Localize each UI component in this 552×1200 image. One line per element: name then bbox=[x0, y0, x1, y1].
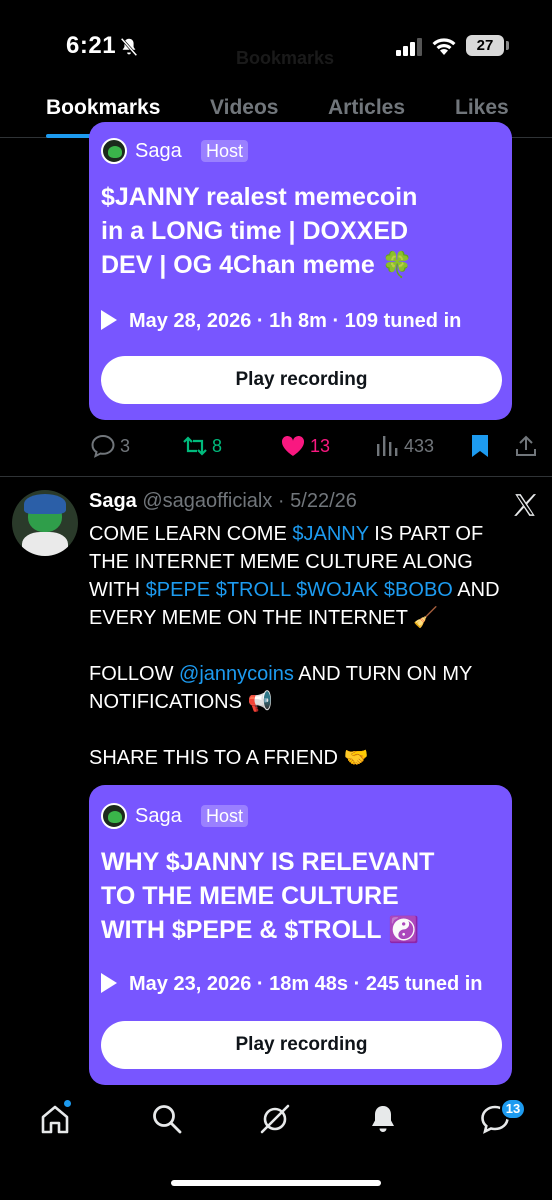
post-text-segment: SHARE THIS TO A FRIEND 🤝 bbox=[89, 747, 369, 769]
status-bar: 6:21 Bookmarks 27 bbox=[0, 0, 552, 80]
post-divider bbox=[0, 476, 552, 477]
like-count: 13 bbox=[310, 436, 331, 456]
search-icon[interactable] bbox=[150, 1102, 184, 1136]
battery-indicator: 27 bbox=[466, 35, 504, 56]
post-text-line: SHARE THIS TO A FRIEND 🤝 bbox=[89, 744, 539, 772]
bookmark-icon bbox=[472, 435, 488, 457]
space-title: $JANNY realest memecoin in a LONG time |… bbox=[101, 180, 501, 282]
bell-off-icon bbox=[120, 37, 138, 57]
host-name: Saga bbox=[135, 805, 182, 827]
post-author-avatar[interactable] bbox=[12, 490, 78, 556]
heart-icon bbox=[281, 435, 305, 456]
play-recording-button[interactable]: Play recording bbox=[101, 356, 502, 404]
space-meta: May 23, 2026 · 18m 48s · 245 tuned in bbox=[101, 971, 483, 997]
post-author-name[interactable]: Saga bbox=[89, 490, 137, 512]
post-text-segment: AND TURN ON MY bbox=[293, 663, 473, 685]
space-meta-text: May 28, 2026 · 1h 8m · 109 tuned in bbox=[129, 310, 462, 332]
x-logo-icon bbox=[514, 494, 537, 516]
space-title-line: WITH $PEPE & $TROLL ☯️ bbox=[101, 916, 420, 944]
play-icon bbox=[101, 310, 117, 330]
post-text-segment: AND bbox=[452, 579, 500, 601]
post-body-text: COME LEARN COME $JANNY IS PART OF THE INT… bbox=[89, 520, 539, 772]
space-meta-text: May 23, 2026 · 18m 48s · 245 tuned in bbox=[129, 973, 483, 995]
post-text-segment: THE INTERNET MEME CULTURE ALONG bbox=[89, 551, 473, 573]
host-avatar bbox=[101, 138, 127, 164]
reply-count: 3 bbox=[120, 436, 131, 456]
post-text-line: THE INTERNET MEME CULTURE ALONG bbox=[89, 548, 539, 576]
post-text-line: WITH $PEPE $TROLL $WOJAK $BOBO AND bbox=[89, 576, 539, 604]
home-icon[interactable] bbox=[38, 1102, 72, 1136]
post-link[interactable]: $WOJAK bbox=[296, 579, 378, 601]
faded-header-title: Bookmarks bbox=[236, 48, 335, 68]
space-card[interactable]: Saga Host $JANNY realest memecoin in a L… bbox=[89, 122, 512, 420]
share-action[interactable] bbox=[514, 432, 538, 460]
space-meta: May 28, 2026 · 1h 8m · 109 tuned in bbox=[101, 308, 461, 334]
post-text-segment: NOTIFICATIONS 📢 bbox=[89, 691, 273, 713]
play-icon bbox=[101, 973, 117, 993]
repost-count: 8 bbox=[212, 436, 223, 456]
wifi-icon bbox=[432, 38, 456, 55]
share-icon bbox=[516, 435, 536, 456]
post-text-line: EVERY MEME ON THE INTERNET 🧹 bbox=[89, 604, 539, 632]
post-text-line bbox=[89, 716, 539, 744]
battery-nub bbox=[506, 41, 509, 50]
home-indicator-bar bbox=[171, 1180, 381, 1186]
grok-icon[interactable] bbox=[258, 1102, 292, 1136]
reply-icon bbox=[91, 434, 115, 458]
post-text-segment: COME LEARN COME bbox=[89, 523, 293, 545]
tab-bookmarks[interactable]: Bookmarks bbox=[46, 96, 160, 120]
post-text-segment: EVERY MEME ON THE INTERNET 🧹 bbox=[89, 607, 439, 629]
space-title-line: $JANNY realest memecoin bbox=[101, 183, 418, 211]
space-card[interactable]: Saga Host WHY $JANNY IS RELEVANT TO THE … bbox=[89, 785, 512, 1085]
post-text-line: NOTIFICATIONS 📢 bbox=[89, 688, 539, 716]
post-text-line bbox=[89, 632, 539, 660]
views-icon bbox=[377, 436, 398, 456]
cellular-signal-icon bbox=[396, 38, 422, 56]
space-title-line: TO THE MEME CULTURE bbox=[101, 882, 399, 910]
tab-videos[interactable]: Videos bbox=[210, 96, 278, 120]
post-link[interactable]: @jannycoins bbox=[179, 663, 294, 685]
play-recording-button[interactable]: Play recording bbox=[101, 1021, 502, 1069]
space-title: WHY $JANNY IS RELEVANT TO THE MEME CULTU… bbox=[101, 845, 501, 947]
tab-articles[interactable]: Articles bbox=[328, 96, 405, 120]
post-actions: 3 8 13 433 bbox=[0, 424, 552, 468]
space-title-line: in a LONG time | DOXXED bbox=[101, 217, 409, 245]
repost-icon bbox=[183, 436, 207, 456]
post-link[interactable]: $PEPE bbox=[146, 579, 210, 601]
post-text-segment: FOLLOW bbox=[89, 663, 180, 685]
post-header: Saga @sagaofficialx · 5/22/26 bbox=[89, 490, 357, 513]
bookmark-action[interactable] bbox=[470, 432, 492, 460]
home-unread-dot bbox=[64, 1100, 71, 1107]
status-time: 6:21 bbox=[66, 32, 117, 59]
post-link[interactable]: $JANNY bbox=[292, 523, 368, 545]
post-link[interactable]: $TROLL bbox=[216, 579, 291, 601]
post-link[interactable]: $BOBO bbox=[384, 579, 453, 601]
messages-count-badge: 13 bbox=[500, 1098, 526, 1120]
post-text-segment: WITH bbox=[89, 579, 146, 601]
host-badge: Host bbox=[201, 140, 249, 162]
space-title-line: DEV | OG 4Chan meme 🍀 bbox=[101, 251, 413, 279]
post-text-line: FOLLOW @jannycoins AND TURN ON MY bbox=[89, 660, 539, 688]
post-text-segment: IS PART OF bbox=[368, 523, 484, 545]
host-badge: Host bbox=[201, 805, 249, 827]
host-name: Saga bbox=[135, 140, 182, 162]
view-count: 433 bbox=[404, 436, 435, 456]
tab-likes[interactable]: Likes bbox=[455, 96, 509, 120]
post-text-line: COME LEARN COME $JANNY IS PART OF bbox=[89, 520, 539, 548]
host-avatar bbox=[101, 803, 127, 829]
notifications-icon[interactable] bbox=[366, 1102, 400, 1136]
space-title-line: WHY $JANNY IS RELEVANT bbox=[101, 848, 435, 876]
post-author-handle[interactable]: @sagaofficialx · 5/22/26 bbox=[142, 490, 357, 512]
